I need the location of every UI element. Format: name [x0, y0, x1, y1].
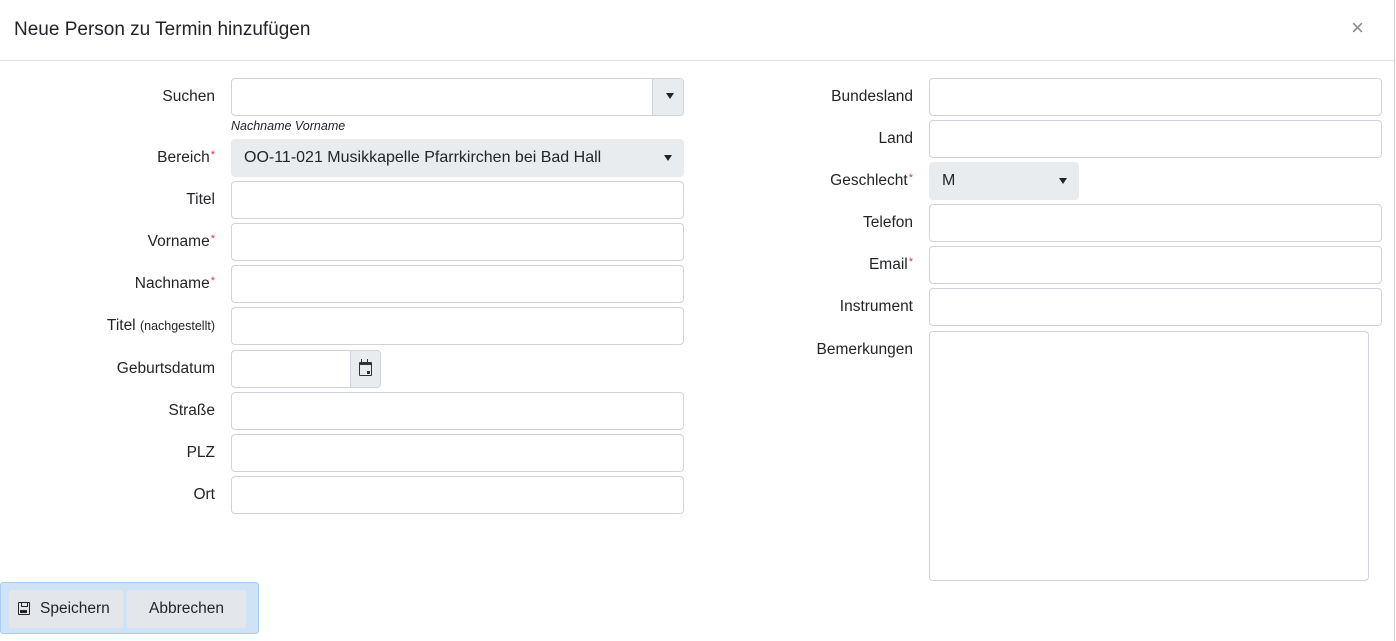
geburtsdatum-label: Geburtsdatum [116, 360, 215, 377]
geschlecht-label: Geschlecht* [830, 172, 913, 189]
vorname-input[interactable] [231, 223, 684, 261]
required-marker: * [908, 172, 913, 184]
required-marker: * [210, 233, 215, 245]
search-dropdown-button[interactable] [652, 79, 683, 115]
land-label: Land [878, 130, 913, 147]
dialog-header: Neue Person zu Termin hinzufügen × [0, 0, 1394, 61]
land-input[interactable] [929, 120, 1382, 158]
save-button-label: Speichern [40, 600, 110, 617]
nachname-label: Nachname* [134, 275, 215, 292]
telefon-input[interactable] [929, 204, 1382, 242]
telefon-label: Telefon [863, 214, 913, 231]
bereich-label: Bereich* [157, 149, 215, 166]
bundesland-label: Bundesland [831, 88, 913, 105]
strasse-label: Straße [168, 402, 215, 419]
search-hint: Nachname Vorname [231, 119, 346, 133]
ort-input[interactable] [231, 476, 684, 514]
dialog-right-border [1394, 0, 1395, 641]
bereich-value: OO-11-021 Musikkapelle Pfarrkirchen bei … [244, 149, 602, 166]
cancel-button-label: Abbrechen [149, 600, 224, 617]
plz-input[interactable] [231, 434, 684, 472]
bundesland-input[interactable] [929, 78, 1382, 116]
search-select[interactable] [231, 78, 684, 116]
dialog-title: Neue Person zu Termin hinzufügen [14, 19, 311, 40]
vorname-label: Vorname* [147, 233, 215, 250]
save-button[interactable]: Speichern [9, 590, 123, 628]
ort-label: Ort [193, 486, 215, 503]
cancel-button[interactable]: Abbrechen [127, 590, 246, 628]
bemerkungen-label: Bemerkungen [816, 341, 913, 358]
close-icon[interactable]: × [1351, 17, 1364, 39]
email-input[interactable] [929, 246, 1382, 284]
titel-nachgestellt-label: Titel (nachgestellt) [106, 317, 215, 334]
bereich-select[interactable]: OO-11-021 Musikkapelle Pfarrkirchen bei … [231, 139, 684, 177]
titel-input[interactable] [231, 181, 684, 219]
instrument-label: Instrument [839, 298, 913, 315]
save-icon [18, 602, 30, 615]
caret-down-icon [664, 155, 672, 161]
geschlecht-select[interactable]: M [929, 162, 1079, 200]
geburtsdatum-input[interactable] [231, 350, 381, 388]
dialog-footer: Speichern Abbrechen [0, 582, 259, 634]
search-label: Suchen [162, 88, 215, 105]
bemerkungen-textarea[interactable] [929, 331, 1369, 581]
strasse-input[interactable] [231, 392, 684, 430]
nachname-input[interactable] [231, 265, 684, 303]
required-marker: * [210, 275, 215, 287]
calendar-icon [359, 359, 372, 376]
caret-down-icon [666, 93, 674, 99]
required-marker: * [210, 149, 215, 161]
caret-down-icon [1059, 178, 1067, 184]
email-label: Email* [868, 256, 913, 273]
plz-label: PLZ [186, 444, 215, 461]
geschlecht-value: M [942, 172, 956, 189]
datepicker-button[interactable] [350, 351, 380, 387]
instrument-input[interactable] [929, 288, 1382, 326]
titel-nachgestellt-input[interactable] [231, 307, 684, 345]
titel-label: Titel [186, 191, 215, 208]
required-marker: * [908, 256, 913, 268]
